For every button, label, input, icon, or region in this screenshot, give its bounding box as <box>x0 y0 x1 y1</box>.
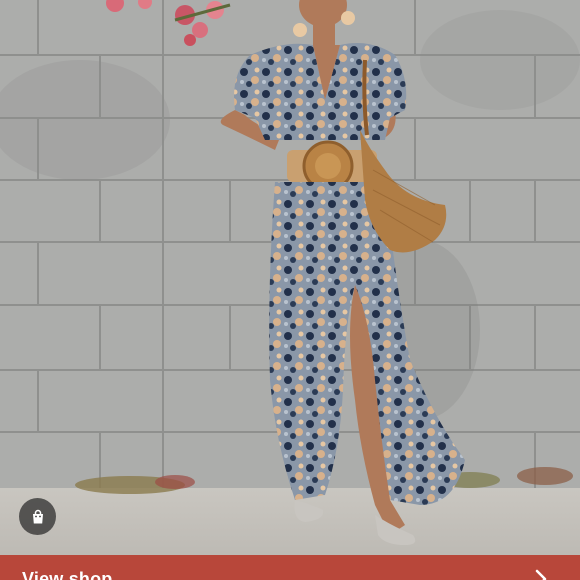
chevron-right-icon <box>535 569 547 580</box>
model-in-floral-dress <box>220 0 465 545</box>
shop-bag-button[interactable] <box>19 498 56 535</box>
view-shop-button[interactable]: View shop <box>0 555 580 580</box>
listing-photo <box>0 0 580 555</box>
view-shop-label: View shop <box>22 569 113 580</box>
shopping-bag-icon <box>32 509 43 523</box>
